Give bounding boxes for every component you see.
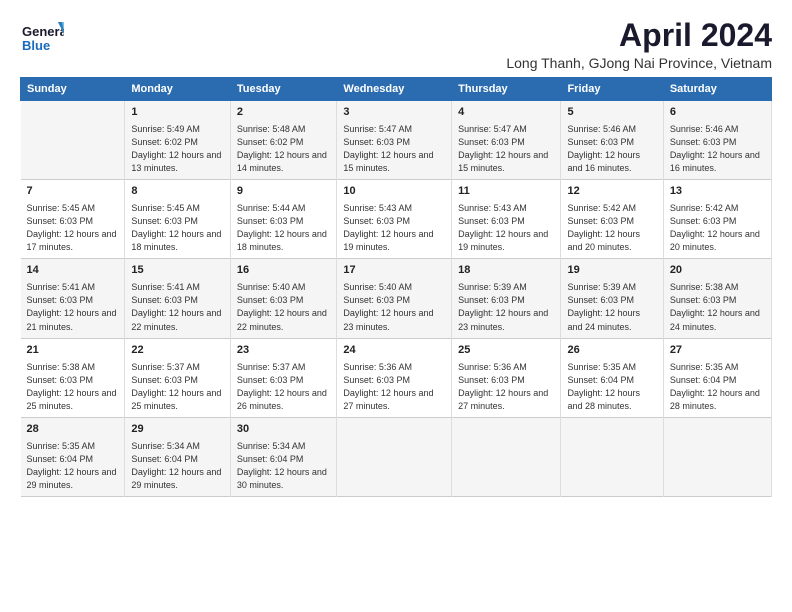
day-number: 19	[567, 263, 656, 279]
cell-w1-d3: 2Sunrise: 5:48 AMSunset: 6:02 PMDaylight…	[230, 101, 337, 180]
day-number: 1	[131, 105, 223, 121]
col-wednesday: Wednesday	[337, 78, 452, 101]
title-block: April 2024 Long Thanh, GJong Nai Provinc…	[506, 18, 772, 71]
calendar-table: Sunday Monday Tuesday Wednesday Thursday…	[20, 77, 772, 497]
cell-w4-d7: 27Sunrise: 5:35 AMSunset: 6:04 PMDayligh…	[663, 338, 771, 417]
day-number: 30	[237, 422, 331, 438]
cell-w2-d1: 7Sunrise: 5:45 AMSunset: 6:03 PMDaylight…	[21, 180, 125, 259]
cell-w2-d5: 11Sunrise: 5:43 AMSunset: 6:03 PMDayligh…	[452, 180, 561, 259]
cell-w3-d6: 19Sunrise: 5:39 AMSunset: 6:03 PMDayligh…	[561, 259, 663, 338]
cell-w4-d4: 24Sunrise: 5:36 AMSunset: 6:03 PMDayligh…	[337, 338, 452, 417]
svg-text:Blue: Blue	[22, 38, 50, 53]
cell-w2-d4: 10Sunrise: 5:43 AMSunset: 6:03 PMDayligh…	[337, 180, 452, 259]
cell-w1-d5: 4Sunrise: 5:47 AMSunset: 6:03 PMDaylight…	[452, 101, 561, 180]
week-row-5: 28Sunrise: 5:35 AMSunset: 6:04 PMDayligh…	[21, 417, 772, 496]
day-number: 2	[237, 105, 331, 121]
col-saturday: Saturday	[663, 78, 771, 101]
day-number: 20	[670, 263, 765, 279]
day-number: 27	[670, 343, 765, 359]
cell-w1-d7: 6Sunrise: 5:46 AMSunset: 6:03 PMDaylight…	[663, 101, 771, 180]
col-sunday: Sunday	[21, 78, 125, 101]
day-number: 6	[670, 105, 765, 121]
day-number: 24	[343, 343, 445, 359]
day-number: 11	[458, 184, 554, 200]
cell-w2-d7: 13Sunrise: 5:42 AMSunset: 6:03 PMDayligh…	[663, 180, 771, 259]
day-number: 17	[343, 263, 445, 279]
day-number: 4	[458, 105, 554, 121]
cell-w2-d3: 9Sunrise: 5:44 AMSunset: 6:03 PMDaylight…	[230, 180, 337, 259]
day-number: 28	[27, 422, 119, 438]
col-thursday: Thursday	[452, 78, 561, 101]
header: General Blue April 2024 Long Thanh, GJon…	[20, 18, 772, 71]
day-number: 8	[131, 184, 223, 200]
day-number: 18	[458, 263, 554, 279]
day-number: 15	[131, 263, 223, 279]
col-friday: Friday	[561, 78, 663, 101]
page: General Blue April 2024 Long Thanh, GJon…	[0, 0, 792, 612]
cell-w5-d3: 30Sunrise: 5:34 AMSunset: 6:04 PMDayligh…	[230, 417, 337, 496]
col-tuesday: Tuesday	[230, 78, 337, 101]
cell-w2-d6: 12Sunrise: 5:42 AMSunset: 6:03 PMDayligh…	[561, 180, 663, 259]
day-number: 26	[567, 343, 656, 359]
cell-w1-d4: 3Sunrise: 5:47 AMSunset: 6:03 PMDaylight…	[337, 101, 452, 180]
day-number: 12	[567, 184, 656, 200]
day-number: 9	[237, 184, 331, 200]
cell-w1-d2: 1Sunrise: 5:49 AMSunset: 6:02 PMDaylight…	[125, 101, 230, 180]
day-number: 13	[670, 184, 765, 200]
week-row-1: 1Sunrise: 5:49 AMSunset: 6:02 PMDaylight…	[21, 101, 772, 180]
day-number: 3	[343, 105, 445, 121]
day-number: 23	[237, 343, 331, 359]
cell-w3-d5: 18Sunrise: 5:39 AMSunset: 6:03 PMDayligh…	[452, 259, 561, 338]
day-number: 22	[131, 343, 223, 359]
main-title: April 2024	[506, 18, 772, 53]
week-row-2: 7Sunrise: 5:45 AMSunset: 6:03 PMDaylight…	[21, 180, 772, 259]
logo: General Blue	[20, 18, 64, 62]
day-number: 14	[27, 263, 119, 279]
day-number: 25	[458, 343, 554, 359]
day-number: 29	[131, 422, 223, 438]
cell-w5-d2: 29Sunrise: 5:34 AMSunset: 6:04 PMDayligh…	[125, 417, 230, 496]
cell-w3-d4: 17Sunrise: 5:40 AMSunset: 6:03 PMDayligh…	[337, 259, 452, 338]
cell-w5-d6	[561, 417, 663, 496]
logo-icon: General Blue	[20, 18, 64, 62]
cell-w5-d4	[337, 417, 452, 496]
cell-w4-d5: 25Sunrise: 5:36 AMSunset: 6:03 PMDayligh…	[452, 338, 561, 417]
cell-w5-d1: 28Sunrise: 5:35 AMSunset: 6:04 PMDayligh…	[21, 417, 125, 496]
day-number: 21	[27, 343, 119, 359]
col-monday: Monday	[125, 78, 230, 101]
day-number: 7	[27, 184, 119, 200]
svg-text:General: General	[22, 24, 64, 39]
cell-w1-d6: 5Sunrise: 5:46 AMSunset: 6:03 PMDaylight…	[561, 101, 663, 180]
cell-w3-d7: 20Sunrise: 5:38 AMSunset: 6:03 PMDayligh…	[663, 259, 771, 338]
cell-w4-d1: 21Sunrise: 5:38 AMSunset: 6:03 PMDayligh…	[21, 338, 125, 417]
cell-w3-d3: 16Sunrise: 5:40 AMSunset: 6:03 PMDayligh…	[230, 259, 337, 338]
cell-w3-d1: 14Sunrise: 5:41 AMSunset: 6:03 PMDayligh…	[21, 259, 125, 338]
cell-w5-d5	[452, 417, 561, 496]
subtitle: Long Thanh, GJong Nai Province, Vietnam	[506, 55, 772, 71]
cell-w3-d2: 15Sunrise: 5:41 AMSunset: 6:03 PMDayligh…	[125, 259, 230, 338]
header-row: Sunday Monday Tuesday Wednesday Thursday…	[21, 78, 772, 101]
day-number: 10	[343, 184, 445, 200]
day-number: 16	[237, 263, 331, 279]
cell-w2-d2: 8Sunrise: 5:45 AMSunset: 6:03 PMDaylight…	[125, 180, 230, 259]
cell-w4-d6: 26Sunrise: 5:35 AMSunset: 6:04 PMDayligh…	[561, 338, 663, 417]
week-row-3: 14Sunrise: 5:41 AMSunset: 6:03 PMDayligh…	[21, 259, 772, 338]
cell-w1-d1	[21, 101, 125, 180]
day-number: 5	[567, 105, 656, 121]
cell-w4-d3: 23Sunrise: 5:37 AMSunset: 6:03 PMDayligh…	[230, 338, 337, 417]
cell-w4-d2: 22Sunrise: 5:37 AMSunset: 6:03 PMDayligh…	[125, 338, 230, 417]
cell-w5-d7	[663, 417, 771, 496]
week-row-4: 21Sunrise: 5:38 AMSunset: 6:03 PMDayligh…	[21, 338, 772, 417]
